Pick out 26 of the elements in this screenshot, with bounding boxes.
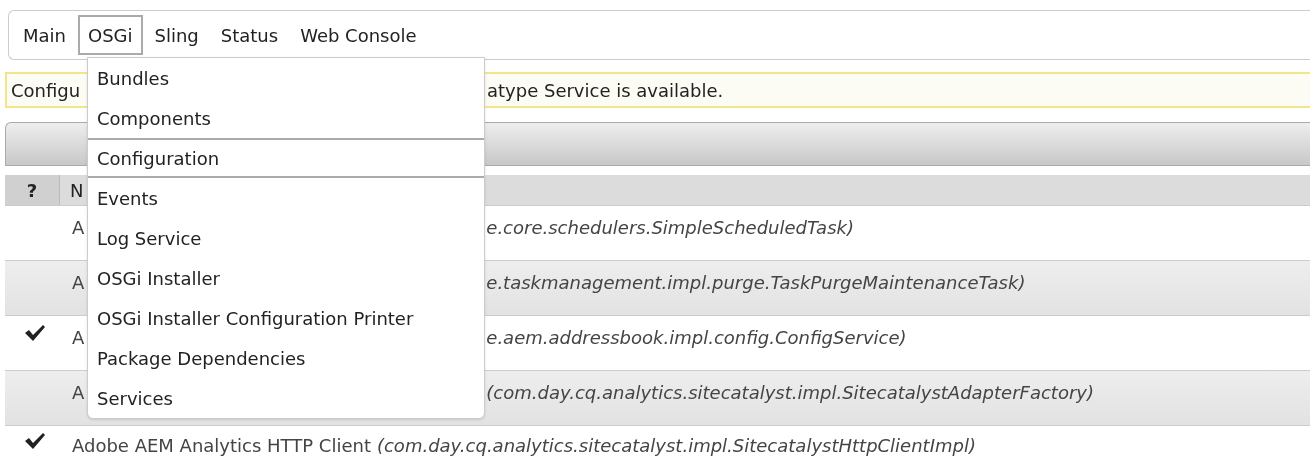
table-cell-text: (com.day.cq.analytics.sitecatalyst.impl.SitecatalystAdapterFactory) [486, 381, 1094, 405]
column-header[interactable]: N [70, 176, 84, 204]
menu-item[interactable]: OSGi Installer [88, 258, 484, 298]
table-cell-text: e.aem.addressbook.impl.config.ConfigService) [486, 326, 907, 350]
table-cell-text: e.core.schedulers.SimpleScheduledTask) [486, 216, 854, 240]
notice-text: atype Service is available. [487, 78, 725, 103]
table-cell-text: A [72, 326, 85, 350]
table-cell-text: e.taskmanagement.impl.purge.TaskPurgeMaintenanceTask) [486, 271, 1026, 295]
table-cell-text: (com.day.cq.analytics.sitecatalyst.impl.SitecatalystHttpClientImpl) [376, 434, 976, 458]
column-header[interactable]: ? [5, 175, 60, 205]
menu-tab[interactable]: Main [13, 15, 76, 55]
table-cell-text: A [72, 381, 85, 405]
table-cell-text: Adobe AEM Analytics HTTP Client [72, 434, 371, 458]
menu-item[interactable]: Bundles [88, 58, 484, 98]
menu-item[interactable]: Services [88, 378, 484, 418]
menu-tab[interactable]: Web Console [290, 15, 427, 55]
table-cell-text: A [72, 216, 85, 240]
menu-item[interactable]: Configuration [88, 138, 484, 178]
menu-item[interactable]: Log Service [88, 218, 484, 258]
menu-tab[interactable]: Sling [144, 15, 209, 55]
menu-tab[interactable]: OSGi [78, 15, 143, 55]
menu-item[interactable]: Components [88, 98, 484, 138]
menu-tab[interactable]: Status [210, 15, 289, 55]
notice-text: Configu [11, 78, 81, 103]
table-row[interactable]: Adobe AEM Analytics HTTP Client (com.day.cq.analytics.sitecatalyst.impl.SitecatalystHttpClientImpl) [5, 425, 1310, 459]
table-cell-text: A [72, 271, 85, 295]
